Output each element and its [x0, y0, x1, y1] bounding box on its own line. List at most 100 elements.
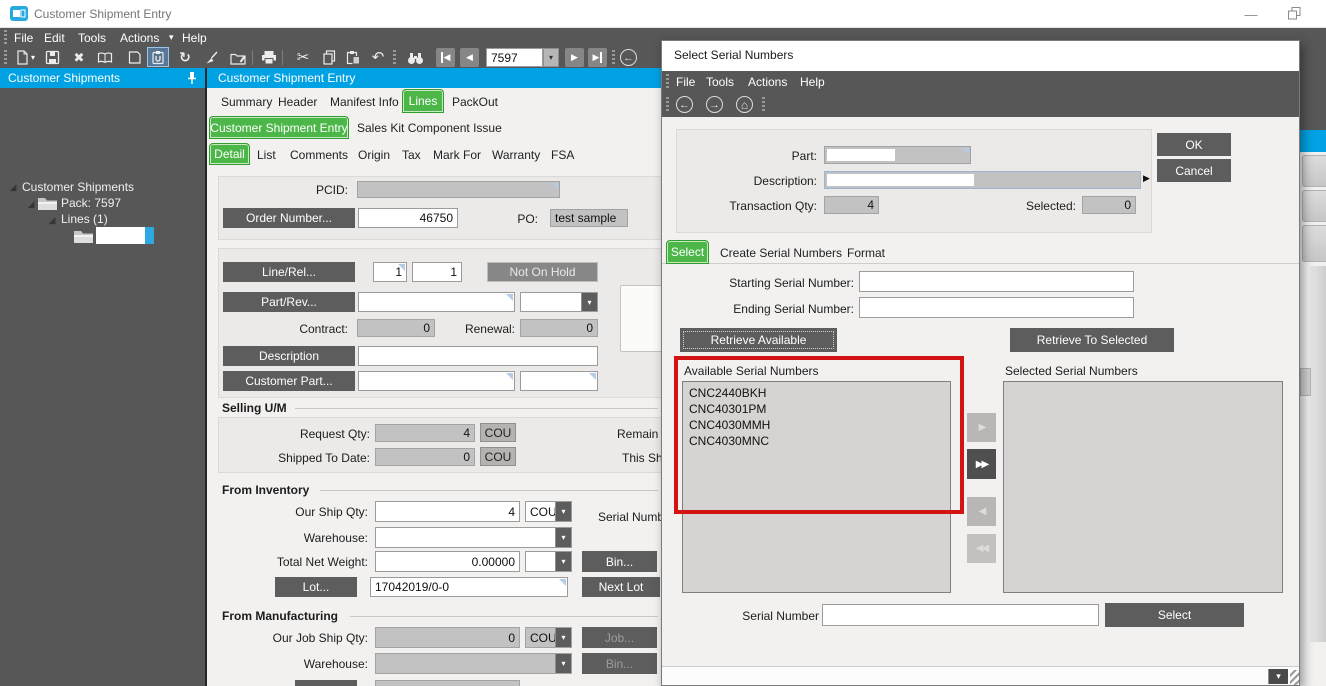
- tab-origin[interactable]: Origin: [358, 145, 390, 165]
- tab-customer-shipment-entry[interactable]: Customer Shipment Entry: [209, 116, 349, 139]
- dialog-menu-tools[interactable]: Tools: [706, 71, 734, 93]
- description-button[interactable]: Description: [223, 346, 355, 366]
- menu-help[interactable]: Help: [182, 28, 207, 47]
- starting-serial-input[interactable]: [859, 271, 1134, 292]
- dialog-menubar-gripper[interactable]: [666, 74, 669, 89]
- tab-comments[interactable]: Comments: [290, 145, 348, 165]
- customer-part-field[interactable]: [358, 371, 515, 391]
- order-number-field[interactable]: 46750: [358, 208, 458, 228]
- our-ship-uom-dropdown-icon[interactable]: ▾: [555, 502, 571, 521]
- dialog-part-field[interactable]: [824, 146, 971, 164]
- po-field[interactable]: test sample: [550, 209, 628, 227]
- dialog-tab-create-serial-numbers[interactable]: Create Serial Numbers: [720, 243, 842, 263]
- weight-uom-dropdown-icon[interactable]: ▾: [555, 552, 571, 571]
- partial-button-cut[interactable]: [295, 680, 357, 686]
- folder-edit-icon[interactable]: [228, 48, 248, 67]
- refresh-icon[interactable]: ↻: [175, 48, 195, 67]
- request-qty-field[interactable]: 4: [375, 424, 475, 442]
- toolbar-gripper[interactable]: [393, 50, 396, 65]
- dialog-tab-select[interactable]: Select: [666, 240, 709, 264]
- clear-icon[interactable]: [201, 48, 221, 67]
- expander-icon[interactable]: ◢: [26, 198, 36, 210]
- lot-field[interactable]: 17042019/0-0: [370, 577, 568, 597]
- selected-serials-list[interactable]: [1003, 381, 1283, 593]
- dialog-tab-format[interactable]: Format: [847, 243, 885, 263]
- menu-actions[interactable]: Actions: [120, 28, 159, 47]
- line-rel-button[interactable]: Line/Rel...: [223, 262, 355, 282]
- dialog-toolbar-gripper[interactable]: [762, 97, 765, 113]
- menu-tools[interactable]: Tools: [78, 28, 106, 47]
- statusbar-dropdown-icon[interactable]: ▾: [1268, 669, 1288, 684]
- our-job-ship-qty-field[interactable]: 0: [375, 627, 520, 648]
- menu-edit[interactable]: Edit: [44, 28, 65, 47]
- dialog-back-icon[interactable]: ←: [676, 96, 693, 113]
- tab-packout[interactable]: PackOut: [452, 92, 498, 112]
- dialog-menu-actions[interactable]: Actions: [748, 71, 787, 93]
- expander-icon[interactable]: ◢: [47, 214, 57, 226]
- renewal-field[interactable]: 0: [520, 319, 598, 337]
- find-binoculars-icon[interactable]: [405, 48, 425, 67]
- toolbar-gripper[interactable]: [4, 50, 7, 65]
- save-icon[interactable]: [42, 48, 62, 67]
- tab-list[interactable]: List: [257, 145, 276, 165]
- expander-icon[interactable]: ◢: [8, 181, 18, 193]
- nav-next-button[interactable]: ▶: [565, 48, 584, 67]
- job-uom-dropdown-icon[interactable]: ▾: [555, 628, 571, 647]
- select-button[interactable]: Select: [1105, 603, 1244, 627]
- toolbar-gripper[interactable]: [612, 50, 615, 65]
- right-edge-button-sliver[interactable]: [1302, 190, 1326, 222]
- tab-summary[interactable]: Summary: [221, 92, 272, 112]
- paste-icon[interactable]: [343, 48, 363, 67]
- move-right-button[interactable]: ▶: [967, 413, 996, 442]
- next-lot-button[interactable]: Next Lot: [582, 577, 660, 597]
- cut-icon[interactable]: ✂: [293, 47, 313, 66]
- right-edge-scrollbar[interactable]: [1310, 266, 1326, 642]
- tab-manifest-info[interactable]: Manifest Info: [330, 92, 399, 112]
- ok-button[interactable]: OK: [1157, 133, 1231, 156]
- ending-serial-input[interactable]: [859, 297, 1134, 318]
- cancel-button[interactable]: Cancel: [1157, 159, 1231, 182]
- tab-warranty[interactable]: Warranty: [492, 145, 540, 165]
- dialog-description-expand-icon[interactable]: ▶: [1143, 173, 1150, 184]
- move-all-left-button[interactable]: ◀◀: [967, 534, 996, 563]
- dialog-menu-help[interactable]: Help: [800, 71, 825, 93]
- menubar-gripper[interactable]: [4, 30, 7, 45]
- job-button[interactable]: Job...: [582, 627, 657, 648]
- tree-node-pack[interactable]: Pack: 7597: [61, 195, 121, 210]
- record-nav-input[interactable]: 7597: [486, 48, 543, 67]
- search-book-icon[interactable]: [95, 48, 115, 67]
- description-field[interactable]: [358, 346, 598, 366]
- move-left-button[interactable]: ◀: [967, 497, 996, 526]
- delete-icon[interactable]: ✖: [69, 48, 89, 67]
- retrieve-to-selected-button[interactable]: Retrieve To Selected: [1010, 328, 1174, 352]
- dialog-home-icon[interactable]: ⌂: [736, 96, 753, 113]
- nav-last-button[interactable]: ▶: [588, 48, 607, 67]
- contract-field[interactable]: 0: [357, 319, 435, 337]
- warehouse-dropdown-icon[interactable]: ▾: [555, 528, 571, 547]
- right-edge-button-sliver[interactable]: [1302, 155, 1326, 187]
- dialog-forward-icon[interactable]: →: [706, 96, 723, 113]
- order-number-button[interactable]: Order Number...: [223, 208, 355, 228]
- retrieve-available-button[interactable]: Retrieve Available: [680, 328, 837, 352]
- tab-lines[interactable]: Lines: [402, 89, 444, 113]
- rel-field[interactable]: 1: [412, 262, 462, 282]
- resize-grip[interactable]: [1290, 670, 1299, 685]
- warehouse2-dropdown-icon[interactable]: ▾: [555, 654, 571, 673]
- shipped-to-date-field[interactable]: 0: [375, 448, 475, 466]
- customer-part-button[interactable]: Customer Part...: [223, 371, 355, 391]
- bin2-button[interactable]: Bin...: [582, 653, 657, 674]
- tab-mark-for[interactable]: Mark For: [433, 145, 481, 165]
- minimize-button[interactable]: —: [1240, 4, 1262, 24]
- part-rev-button[interactable]: Part/Rev...: [223, 292, 355, 312]
- dialog-transaction-qty-field[interactable]: 4: [824, 196, 879, 214]
- lot-button[interactable]: Lot...: [275, 577, 357, 597]
- new-icon[interactable]: [12, 48, 32, 67]
- rev-combo-dropdown-icon[interactable]: ▾: [581, 293, 597, 311]
- pcid-field[interactable]: [357, 181, 560, 198]
- dialog-menu-file[interactable]: File: [676, 71, 695, 93]
- dialog-description-field[interactable]: [824, 171, 1141, 189]
- nav-prev-button[interactable]: ◀: [460, 48, 479, 67]
- move-all-right-button[interactable]: ▶▶: [967, 449, 996, 479]
- copy-icon[interactable]: [319, 48, 339, 67]
- undo-icon[interactable]: ↶: [368, 47, 388, 66]
